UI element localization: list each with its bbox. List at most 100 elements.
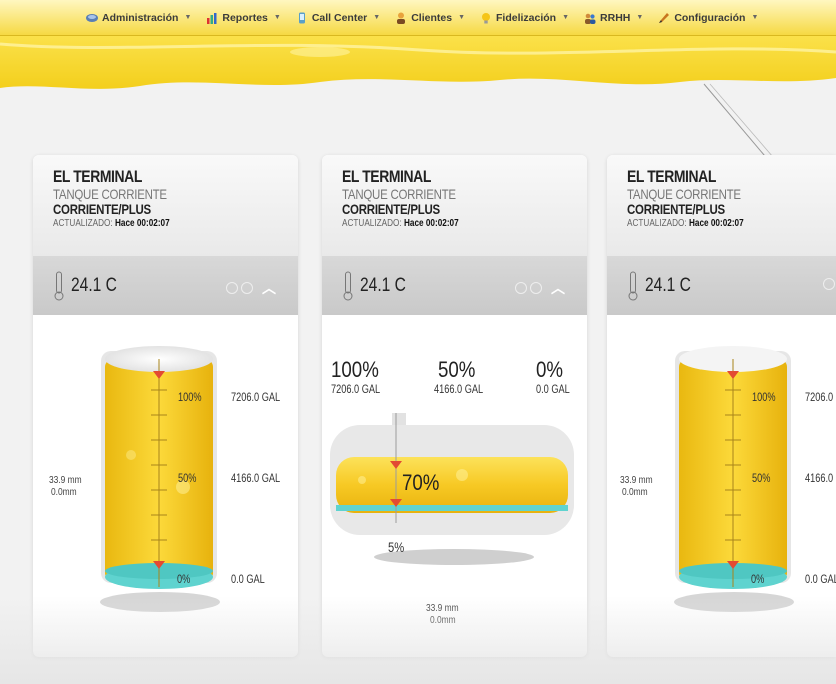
caret-down-icon: ▼ (373, 14, 381, 21)
caret-down-icon: ▼ (751, 14, 759, 21)
collapse-chevron-icon[interactable]: ︿ (262, 278, 276, 298)
fuel-level-fill (336, 457, 568, 513)
nav-clientes[interactable]: Clientes ▼ (395, 12, 465, 24)
gal-low: 0.0 GAL (805, 574, 836, 586)
tank-visual: 100% 7206.0 GAL 50% 4166.0 GAL 0% 0.0 GA… (607, 315, 836, 657)
thermometer-icon (343, 271, 353, 300)
updated-label: ACTUALIZADO: (53, 218, 113, 229)
tank-visual: 100% 7206.0 GAL 50% 4166.0 GAL 0% 0.0 GA… (322, 315, 587, 657)
updated-value: Hace 00:02:07 (688, 218, 744, 229)
card-controls (823, 278, 836, 290)
nav-label: Fidelización (496, 11, 557, 24)
caret-down-icon: ▼ (458, 14, 465, 21)
station-name: EL TERMINAL (53, 167, 142, 186)
gal-mid: 4166.0 GAL (805, 473, 836, 485)
horizontal-tank-graphic (330, 413, 574, 565)
water-pct: 5% (388, 539, 405, 555)
top-navigation: Administración ▼ Reportes ▼ Call Center ▼ C… (0, 0, 836, 36)
tank-name: TANQUE CORRIENTE (627, 186, 741, 202)
water-mm: 0.0mm (51, 486, 77, 498)
product-name: CORRIENTE/PLUS (627, 201, 725, 217)
tank-card: EL TERMINAL TANQUE CORRIENTE CORRIENTE/P… (607, 155, 836, 657)
phone-icon (298, 12, 305, 23)
temperature-bar: 24.1 C ︿ (33, 256, 298, 315)
product-name: CORRIENTE/PLUS (53, 201, 151, 217)
station-name: EL TERMINAL (342, 167, 431, 186)
gal-50: 4166.0 GAL (434, 384, 484, 396)
tank-name: TANQUE CORRIENTE (342, 186, 456, 202)
caret-down-icon: ▼ (562, 14, 570, 21)
card-header: EL TERMINAL TANQUE CORRIENTE CORRIENTE/P… (607, 155, 836, 256)
nav-fidelizacion[interactable]: Fidelización ▼ (480, 12, 569, 24)
indicator-dot[interactable] (823, 278, 835, 290)
chart-icon (207, 12, 217, 24)
thermometer-icon (54, 271, 64, 300)
updated-value: Hace 00:02:07 (403, 218, 459, 229)
water-mm: 0.0mm (430, 614, 456, 626)
nav-label: Reportes (222, 11, 268, 24)
updated-label: ACTUALIZADO: (342, 218, 402, 229)
gal-top: 7206.0 GAL (805, 392, 836, 404)
height-mm: 33.9 mm (620, 474, 653, 486)
monitor-icon (86, 13, 98, 22)
card-controls: ︿ (515, 278, 565, 298)
nav-administracion[interactable]: Administración ▼ (86, 12, 191, 24)
nav-rrhh[interactable]: RRHH ▼ (584, 12, 643, 24)
card-controls: ︿ (226, 278, 276, 298)
level-pct-top: 100% (752, 392, 776, 404)
nav-configuracion[interactable]: Configuración ▼ (658, 12, 758, 24)
tank-card: EL TERMINAL TANQUE CORRIENTE CORRIENTE/P… (33, 155, 298, 657)
nav-reportes[interactable]: Reportes ▼ (206, 11, 281, 24)
gal-low: 0.0 GAL (231, 574, 265, 586)
card-header: EL TERMINAL TANQUE CORRIENTE CORRIENTE/P… (33, 155, 298, 256)
user-icon (397, 12, 406, 24)
caret-down-icon: ▼ (184, 14, 192, 21)
station-name: EL TERMINAL (627, 167, 716, 186)
tank-card: EL TERMINAL TANQUE CORRIENTE CORRIENTE/P… (322, 155, 587, 657)
card-header: EL TERMINAL TANQUE CORRIENTE CORRIENTE/P… (322, 155, 587, 256)
pct-100: 100% (331, 357, 379, 382)
nav-label: Administración (102, 11, 179, 24)
tank-name: TANQUE CORRIENTE (53, 186, 167, 202)
temperature-bar: 24.1 C (607, 256, 836, 315)
people-icon (585, 13, 596, 24)
indicator-dot[interactable] (241, 282, 253, 294)
temperature-value: 24.1 C (360, 274, 406, 296)
height-mm: 33.9 mm (49, 474, 82, 486)
temperature-value: 24.1 C (645, 274, 691, 296)
nav-call-center[interactable]: Call Center ▼ (296, 12, 380, 24)
temperature-value: 24.1 C (71, 274, 117, 296)
pct-50: 50% (438, 357, 476, 382)
nav-label: Configuración (674, 11, 746, 24)
updated-text: ACTUALIZADO: Hace 00:02:07 (342, 218, 543, 229)
product-name: CORRIENTE/PLUS (342, 201, 440, 217)
caret-down-icon: ▼ (273, 14, 281, 21)
tank-visual: 100% 7206.0 GAL 50% 4166.0 GAL 0% 0.0 GA… (33, 315, 298, 657)
fill-pct: 70% (402, 470, 440, 495)
pencil-icon (659, 12, 670, 23)
nav-label: Clientes (411, 11, 453, 24)
pct-0: 0% (536, 357, 564, 382)
level-pct-mid: 50% (178, 473, 197, 485)
updated-label: ACTUALIZADO: (627, 218, 687, 229)
gal-top: 7206.0 GAL (231, 392, 281, 404)
level-pct-top: 100% (178, 392, 202, 404)
height-mm: 33.9 mm (426, 602, 459, 614)
indicator-dot[interactable] (530, 282, 542, 294)
updated-value: Hace 00:02:07 (114, 218, 170, 229)
water-mm: 0.0mm (622, 486, 648, 498)
updated-text: ACTUALIZADO: Hace 00:02:07 (53, 218, 254, 229)
gal-mid: 4166.0 GAL (231, 473, 281, 485)
level-pct-low: 0% (177, 574, 191, 586)
caret-down-icon: ▼ (636, 14, 644, 21)
gal-100: 7206.0 GAL (331, 384, 381, 396)
nav-label: Call Center (311, 11, 368, 24)
collapse-chevron-icon[interactable]: ︿ (551, 278, 565, 298)
lightbulb-icon (482, 12, 490, 23)
nav-label: RRHH (600, 11, 631, 24)
level-pct-mid: 50% (752, 473, 771, 485)
temperature-bar: 24.1 C ︿ (322, 256, 587, 315)
indicator-dot[interactable] (226, 282, 238, 294)
indicator-dot[interactable] (515, 282, 527, 294)
gal-0: 0.0 GAL (536, 384, 570, 396)
